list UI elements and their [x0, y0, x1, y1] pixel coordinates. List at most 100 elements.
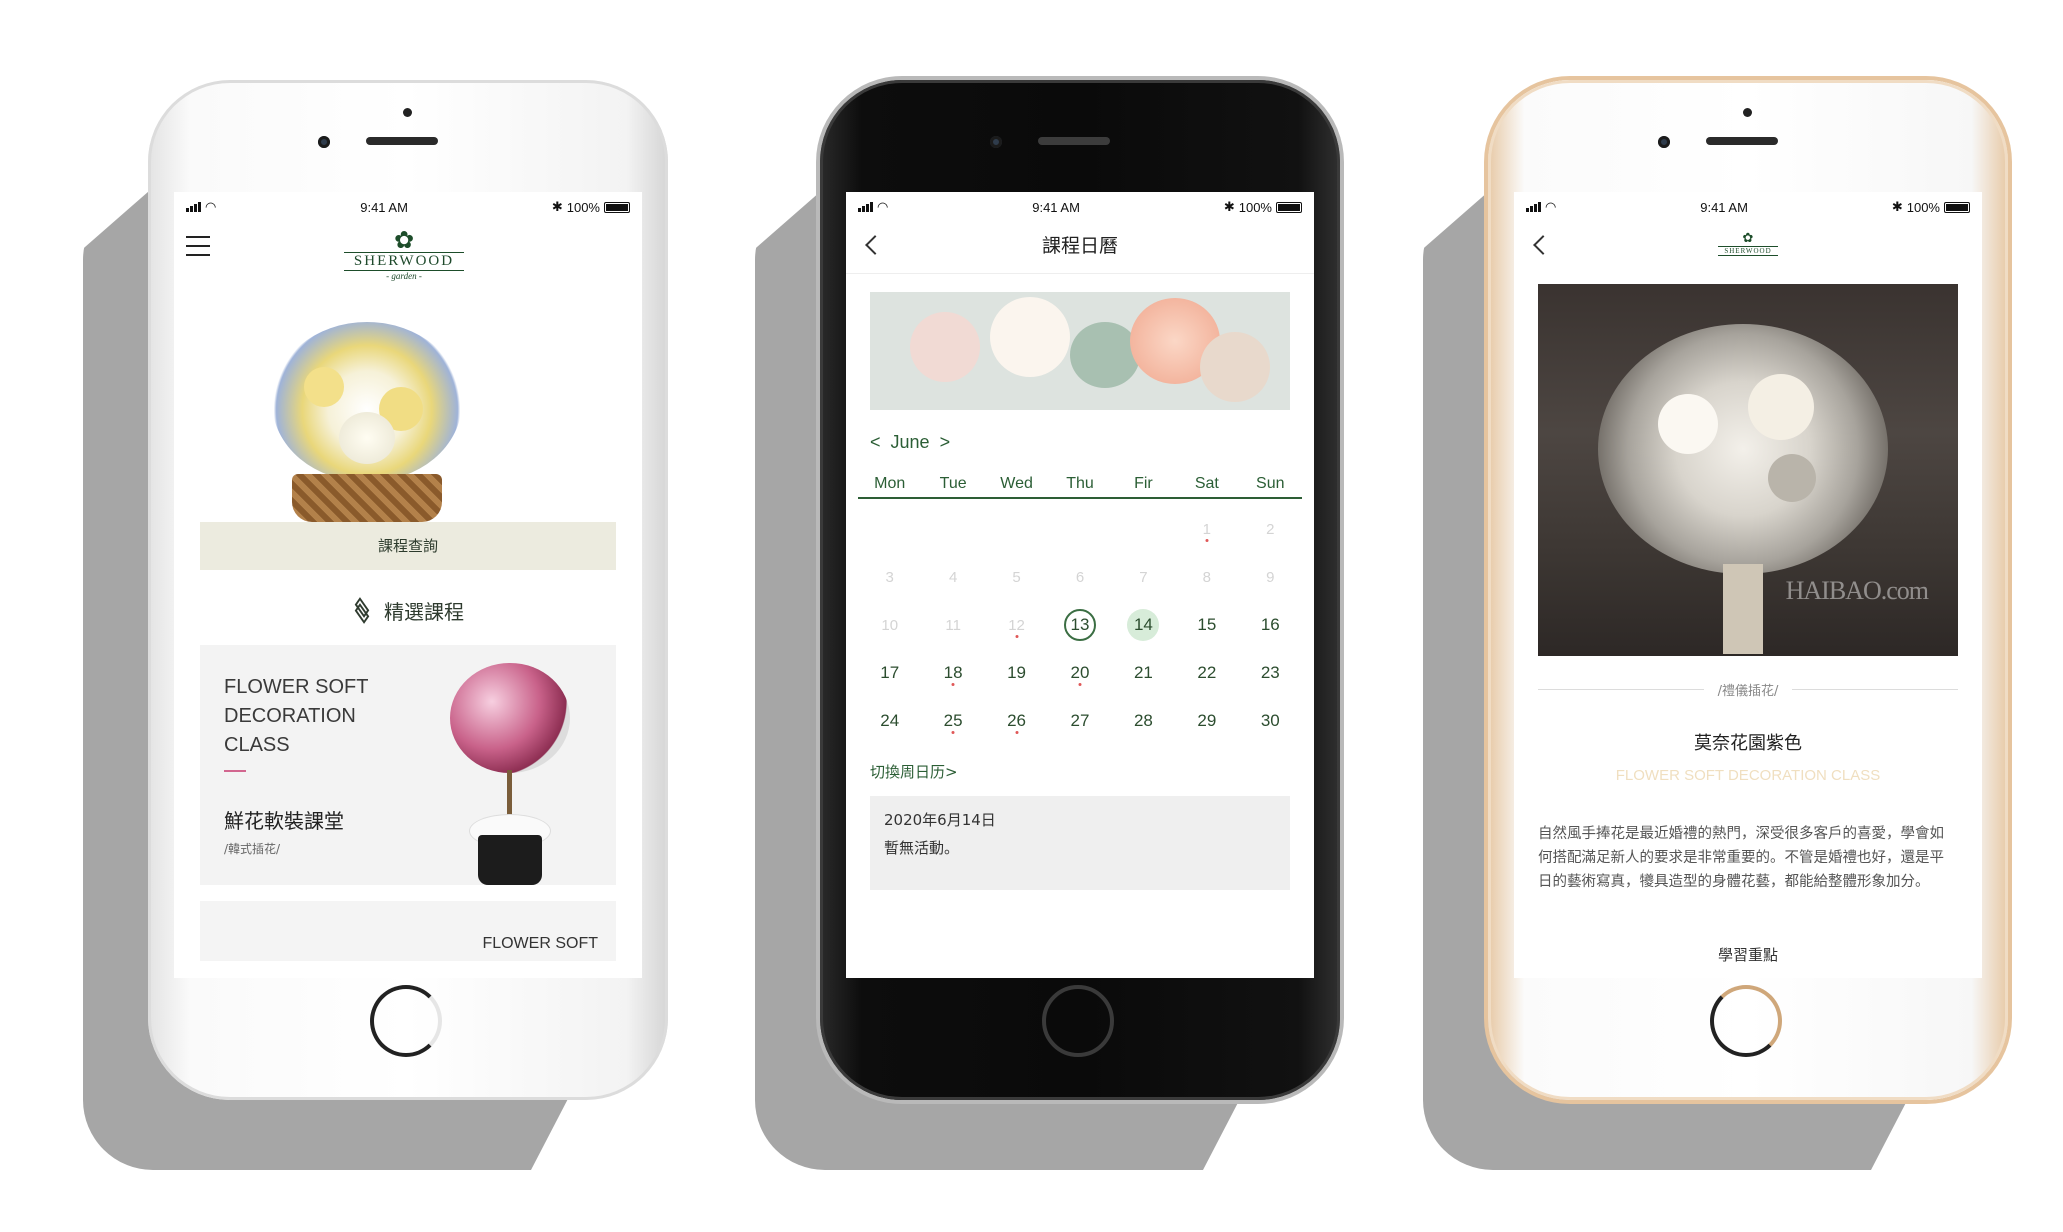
- bluetooth-icon: ✱: [1223, 199, 1235, 214]
- calendar-day[interactable]: 7: [1112, 553, 1175, 601]
- card-title-zh: 鮮花軟裝課堂: [224, 809, 344, 833]
- card-title-en: FLOWER SOFT: [482, 935, 598, 952]
- front-camera: [318, 136, 330, 148]
- calendar-day-empty: [921, 505, 984, 553]
- calendar-day[interactable]: 5: [985, 553, 1048, 601]
- calendar-day-today[interactable]: 13: [1048, 601, 1111, 649]
- page-title: 課程日曆: [1041, 235, 1118, 257]
- bouquet-photo: HAIBAO.com: [1538, 284, 1958, 656]
- calendar-day[interactable]: 1: [1175, 505, 1238, 553]
- front-camera: [990, 136, 1002, 148]
- course-description: 自然風手捧花是最近婚禮的熱門，深受很多客戶的喜愛，學會如何搭配滿足新人的要求是非…: [1538, 826, 1944, 890]
- calendar-day[interactable]: 8: [1175, 553, 1238, 601]
- phone-frame: ◠ 9:41 AM ✱ 100% ✿ SHERWOOD - garden - 課…: [148, 80, 668, 1100]
- bluetooth-icon: ✱: [551, 199, 563, 214]
- wicker-basket: [292, 474, 442, 522]
- back-icon[interactable]: [1533, 235, 1553, 255]
- calendar-day[interactable]: 23: [1239, 649, 1302, 697]
- calendar-day[interactable]: 27: [1048, 697, 1111, 745]
- signal-area: ◠: [186, 199, 216, 215]
- calendar-day[interactable]: 24: [858, 697, 921, 745]
- status-time: 9:41 AM: [1700, 199, 1748, 215]
- topiary-pot: [478, 835, 542, 885]
- sherwood-logo[interactable]: ✿ SHERWOOD: [1718, 232, 1778, 256]
- weekday-label: Thu: [1066, 475, 1094, 492]
- calendar-day[interactable]: 11: [921, 601, 984, 649]
- calendar-day[interactable]: 20: [1048, 649, 1111, 697]
- weekday-label: Sat: [1194, 475, 1219, 492]
- wifi-icon: ◠: [877, 199, 889, 214]
- featured-courses-title: 精選課程: [174, 596, 642, 625]
- battery-area: ✱ 100%: [1224, 199, 1302, 215]
- home-button[interactable]: [1710, 985, 1782, 1057]
- status-bar: ◠ 9:41 AM ✱ 100%: [1514, 192, 1982, 222]
- calendar-day[interactable]: 2: [1239, 505, 1302, 553]
- calendar-day[interactable]: 28: [1112, 697, 1175, 745]
- course-query-button[interactable]: 課程查詢: [200, 522, 616, 570]
- calendar-day[interactable]: 12: [985, 601, 1048, 649]
- month-navigator: < June >: [870, 432, 1290, 453]
- earpiece-speaker: [1706, 137, 1778, 145]
- calendar-day[interactable]: 22: [1175, 649, 1238, 697]
- calendar-day[interactable]: 29: [1175, 697, 1238, 745]
- event-info-box: 2020年6月14日 暫無活動。: [870, 796, 1290, 890]
- calendar-day[interactable]: 16: [1239, 601, 1302, 649]
- home-button[interactable]: [1042, 985, 1114, 1057]
- calendar-day[interactable]: 21: [1112, 649, 1175, 697]
- nav-bar: ✿ SHERWOOD: [1514, 222, 1982, 274]
- phone-frame: ◠ 9:41 AM ✱ 100% 課程日曆 < June > Mon Tue W…: [820, 80, 1340, 1100]
- calendar-day[interactable]: 25: [921, 697, 984, 745]
- sensor-dot: [403, 108, 412, 117]
- phone-mockup-gold: ◠ 9:41 AM ✱ 100% ✿ SHERWOOD HAIBAO.com /…: [1423, 80, 2008, 1170]
- calendar-day[interactable]: 4: [921, 553, 984, 601]
- front-camera: [1658, 136, 1670, 148]
- calendar-day[interactable]: 6: [1048, 553, 1111, 601]
- calendar-day[interactable]: 3: [858, 553, 921, 601]
- calendar-day[interactable]: 19: [985, 649, 1048, 697]
- prev-month-button[interactable]: <: [870, 432, 881, 453]
- calendar-day[interactable]: 15: [1175, 601, 1238, 649]
- calendar-day[interactable]: 10: [858, 601, 921, 649]
- pink-flower: [1200, 332, 1270, 402]
- bluetooth-icon: ✱: [1891, 199, 1903, 214]
- next-month-button[interactable]: >: [940, 432, 951, 453]
- battery-icon: [1275, 201, 1302, 213]
- bouquet-stems: [1723, 564, 1763, 654]
- calendar-day[interactable]: 26: [985, 697, 1048, 745]
- course-card[interactable]: FLOWER SOFT DECORATION CLASS 鮮花軟裝課堂 /韓式插…: [200, 645, 616, 885]
- status-time: 9:41 AM: [360, 199, 408, 215]
- screen-calendar: ◠ 9:41 AM ✱ 100% 課程日曆 < June > Mon Tue W…: [846, 192, 1314, 978]
- white-rose: [1658, 394, 1718, 454]
- battery-area: ✱ 100%: [1892, 199, 1970, 215]
- card-title-en: FLOWER SOFT DECORATION CLASS: [224, 673, 394, 760]
- category-label: /禮儀插花/: [1717, 684, 1779, 699]
- hero-flower-basket-image: [174, 292, 642, 522]
- nav-bar: 課程日曆: [846, 222, 1314, 274]
- home-button[interactable]: [370, 985, 442, 1057]
- sherwood-logo[interactable]: ✿ SHERWOOD - garden -: [334, 228, 474, 281]
- course-card[interactable]: FLOWER SOFT: [200, 901, 616, 961]
- switch-week-view-link[interactable]: 切換周日历>: [870, 761, 1290, 782]
- card-title-en-line: DECORATION: [224, 705, 356, 727]
- weekday-label: Sun: [1256, 475, 1285, 492]
- card-title-en-line: FLOWER SOFT: [224, 676, 369, 698]
- logo-name: SHERWOOD: [1718, 246, 1778, 256]
- battery-icon: [1943, 201, 1970, 213]
- white-rose: [1748, 374, 1814, 440]
- screen-home: ◠ 9:41 AM ✱ 100% ✿ SHERWOOD - garden - 課…: [174, 192, 642, 978]
- calendar-day[interactable]: 30: [1239, 697, 1302, 745]
- battery-percent: 100%: [1906, 199, 1940, 215]
- wifi-icon: ◠: [1545, 199, 1557, 214]
- calendar-day-selected[interactable]: 14: [1112, 601, 1175, 649]
- calendar-day[interactable]: 9: [1239, 553, 1302, 601]
- section-title-text: 精選課程: [384, 600, 464, 624]
- calendar-day[interactable]: 18: [921, 649, 984, 697]
- wifi-icon: ◠: [205, 199, 217, 214]
- weekday-label: Mon: [874, 475, 906, 492]
- menu-icon[interactable]: [186, 236, 210, 263]
- calendar-day[interactable]: 17: [858, 649, 921, 697]
- calendar-day-empty: [1048, 505, 1111, 553]
- category-divider: /禮儀插花/: [1538, 680, 1959, 699]
- card-tag: /韓式插花/: [224, 842, 281, 856]
- rose-logo-icon: ✿: [393, 226, 415, 254]
